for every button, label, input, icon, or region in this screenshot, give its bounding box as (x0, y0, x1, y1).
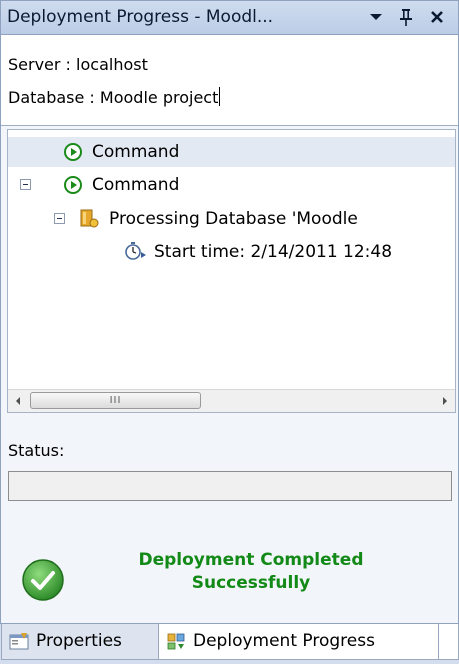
server-line: Server : localhost (8, 55, 148, 74)
chevron-down-icon[interactable] (365, 6, 387, 28)
deployment-result-message: Deployment Completed Successfully (101, 549, 401, 595)
database-folder-icon (80, 209, 99, 228)
title-bar: Deployment Progress - Moodl... (1, 1, 458, 35)
status-field (8, 471, 452, 501)
scroll-left-icon[interactable] (8, 390, 28, 412)
result-line-1: Deployment Completed (138, 550, 364, 570)
tab-properties[interactable]: Properties (1, 624, 159, 660)
scroll-right-icon[interactable] (435, 390, 455, 412)
database-text: Database : Moodle project (8, 88, 219, 107)
horizontal-scrollbar[interactable]: III (8, 389, 455, 412)
scrollbar-grip: III (109, 395, 122, 406)
tree-row-label: Command (92, 142, 180, 162)
tree-row-label: Command (92, 175, 180, 195)
timer-icon (125, 242, 146, 260)
tree-row-command-1[interactable]: Command (8, 137, 455, 167)
close-icon[interactable] (426, 6, 448, 28)
play-circle-icon (64, 143, 82, 161)
result-line-2: Successfully (191, 573, 311, 593)
tab-strip-filler (438, 624, 459, 660)
tree-row-command-2[interactable]: Command (8, 170, 455, 200)
progress-tree[interactable]: Command Command Processing Database 'Moo… (7, 129, 456, 413)
deployment-icon (167, 633, 185, 650)
tab-label: Properties (36, 631, 122, 651)
success-check-icon (22, 559, 64, 601)
pin-icon[interactable] (395, 6, 417, 28)
tree-row-label: Start time: 2/14/2011 12:48 (154, 242, 393, 262)
window-title: Deployment Progress - Moodl... (7, 7, 274, 27)
database-line[interactable]: Database : Moodle project (8, 87, 221, 107)
tree-row-processing-database[interactable]: Processing Database 'Moodle (8, 204, 455, 234)
play-circle-icon (64, 176, 82, 194)
bottom-tab-strip: Properties Deployment Progress (0, 624, 459, 664)
text-caret (219, 87, 221, 106)
connection-info: Server : localhost Database : Moodle pro… (1, 35, 458, 126)
tab-label: Deployment Progress (193, 631, 375, 651)
tree-row-start-time[interactable]: Start time: 2/14/2011 12:48 (8, 237, 455, 267)
tree-row-label: Processing Database 'Moodle (109, 209, 358, 229)
status-label: Status: (8, 441, 65, 460)
tab-deployment-progress[interactable]: Deployment Progress (158, 624, 439, 660)
properties-icon (9, 633, 29, 650)
deployment-progress-panel: Deployment Progress - Moodl... Server : … (0, 0, 459, 624)
scrollbar-thumb[interactable]: III (30, 392, 201, 409)
collapse-toggle[interactable] (54, 213, 65, 224)
collapse-toggle[interactable] (20, 179, 31, 190)
